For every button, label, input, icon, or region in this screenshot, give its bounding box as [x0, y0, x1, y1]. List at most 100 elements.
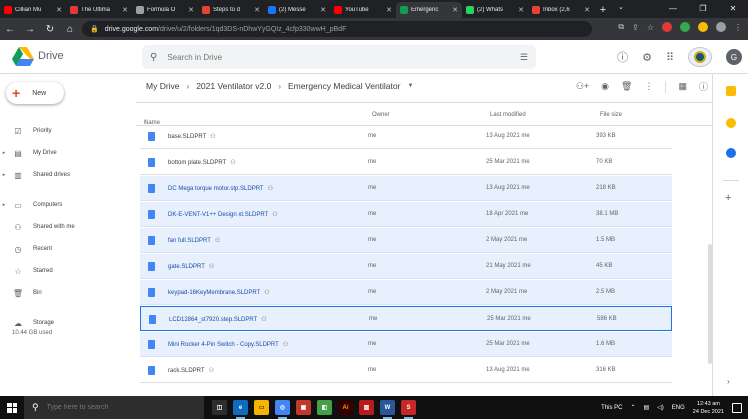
share-person-icon[interactable]: ⚇+ [576, 81, 589, 92]
chrome-icon[interactable]: ◎ [275, 400, 290, 419]
file-row[interactable]: LCD12864_st7920.step.SLDPRT ⚇ me 25 Mar 202… [140, 306, 672, 331]
edge-icon[interactable]: e [233, 400, 248, 419]
new-button[interactable]: + New [6, 82, 64, 104]
install-app-icon[interactable]: ⧉ [618, 22, 624, 32]
expand-caret-icon[interactable]: ▸ [0, 150, 8, 156]
menu-icon[interactable]: ⋮ [734, 23, 742, 32]
tab-close-icon[interactable]: ✕ [452, 6, 458, 14]
back-icon[interactable]: ← [0, 24, 20, 35]
file-row[interactable]: rack.SLDPRT ⚇ me 13 Aug 2021 me 316 KB [140, 358, 672, 383]
extension-icon[interactable] [680, 22, 690, 32]
tab-close-icon[interactable]: ✕ [320, 6, 326, 14]
browser-tab[interactable]: (2) Messe ✕ [264, 2, 330, 18]
browser-tab[interactable]: Inbox (2,6 ✕ [528, 2, 594, 18]
reload-icon[interactable]: ↻ [40, 24, 60, 35]
sidebar-item-storage[interactable]: ☁ Storage [0, 316, 136, 330]
tab-close-icon[interactable]: ✕ [56, 6, 62, 14]
volume-icon[interactable]: ◁) [657, 404, 664, 411]
network-icon[interactable]: ▤ [643, 404, 649, 411]
browser-tab[interactable]: Steps to d ✕ [198, 2, 264, 18]
bookmark-star-icon[interactable]: ☆ [647, 23, 654, 32]
extension-icon[interactable] [698, 22, 708, 32]
file-row[interactable]: gate.SLDPRT ⚇ me 21 May 2021 me 45 KB [140, 254, 672, 279]
details-info-icon[interactable]: ⓘ [699, 80, 708, 93]
sidebar-item-shared-with-me[interactable]: ⚇ Shared with me [0, 220, 136, 234]
browser-tab[interactable]: The Ultima ✕ [66, 2, 132, 18]
preview-eye-icon[interactable]: ◉ [601, 81, 609, 92]
grid-view-icon[interactable]: ▦ [678, 81, 687, 92]
minimize-button[interactable]: — [658, 0, 688, 18]
tab-close-icon[interactable]: ✕ [584, 6, 590, 14]
sidebar-item-shared-drives[interactable]: ▸ ▥ Shared drives [0, 168, 136, 182]
close-window-button[interactable]: ✕ [718, 0, 748, 18]
tab-close-icon[interactable]: ✕ [188, 6, 194, 14]
tasks-icon[interactable] [726, 148, 736, 158]
sidebar-item-computers[interactable]: ▸ ▭ Computers [0, 198, 136, 212]
app-icon[interactable]: ▥ [359, 400, 374, 415]
extension-icon[interactable] [662, 22, 672, 32]
calendar-icon[interactable] [726, 86, 736, 96]
new-tab-button[interactable]: + [594, 2, 612, 18]
tab-close-icon[interactable]: ✕ [518, 6, 524, 14]
more-options-icon[interactable]: ⋮ [644, 81, 653, 92]
breadcrumb-current[interactable]: Emergency Medical Ventilator [288, 81, 400, 91]
keep-icon[interactable] [726, 118, 736, 128]
share-icon[interactable]: ⇪ [632, 23, 639, 32]
profile-icon[interactable] [716, 22, 726, 32]
task-view-icon[interactable]: ◫ [212, 400, 227, 415]
sidebar-item-starred[interactable]: ☆ Starred [0, 264, 136, 278]
solidworks-icon[interactable]: S [401, 400, 416, 419]
settings-gear-icon[interactable]: ⚙ [642, 51, 652, 64]
column-modified[interactable]: Last modified [490, 112, 526, 118]
browser-tab[interactable]: YouTube ✕ [330, 2, 396, 18]
sidebar-item-bin[interactable]: 🗑 Bin [0, 286, 136, 300]
sidebar-item-priority[interactable]: ☑ Priority [0, 124, 136, 138]
clock[interactable]: 12:43 am 24 Dec 2021 [693, 400, 724, 416]
search-box[interactable]: ⚲ ☰ [142, 45, 536, 69]
word-icon[interactable]: W [380, 400, 395, 419]
delete-bin-icon[interactable]: 🗑 [621, 81, 632, 92]
illustrator-icon[interactable]: Ai [338, 400, 353, 415]
taskbar-search-input[interactable] [46, 404, 177, 411]
file-row[interactable]: base.SLDPRT ⚇ me 13 Aug 2021 me 393 KB [140, 124, 672, 149]
expand-caret-icon[interactable]: ▸ [0, 202, 8, 208]
search-options-icon[interactable]: ☰ [520, 52, 528, 63]
browser-tab[interactable]: Formula O ✕ [132, 2, 198, 18]
search-input[interactable] [167, 52, 510, 62]
folder-menu-chevron-icon[interactable]: ▼ [407, 83, 413, 89]
account-avatar[interactable]: G [726, 49, 742, 65]
maximize-button[interactable]: ❐ [688, 0, 718, 18]
taskbar-search[interactable]: ⚲ [24, 396, 204, 419]
breadcrumb-item[interactable]: My Drive [146, 81, 180, 91]
language-indicator[interactable]: ENG [672, 405, 685, 411]
file-row[interactable]: Mini Rocker 4-Pin Switch - Copy.SLDPRT ⚇ m… [140, 332, 672, 357]
tab-close-icon[interactable]: ✕ [386, 6, 392, 14]
apps-grid-icon[interactable]: ⠿ [666, 51, 674, 64]
support-icon[interactable]: ⓘ [617, 49, 628, 65]
address-bar[interactable]: 🔒 drive.google.com/drive/u/2/folders/1qd… [82, 21, 592, 37]
tab-close-icon[interactable]: ✕ [122, 6, 128, 14]
home-icon[interactable]: ⌂ [60, 24, 80, 35]
file-explorer-icon[interactable]: ▭ [254, 400, 269, 415]
drive-brand[interactable]: Drive [38, 50, 64, 62]
tab-close-icon[interactable]: ✕ [254, 6, 260, 14]
file-row[interactable]: fan full.SLDPRT ⚇ me 2 May 2021 me 1.5 MB [140, 228, 672, 253]
sidebar-item-my-drive[interactable]: ▸ ▤ My Drive [0, 146, 136, 160]
app-icon[interactable]: ▣ [296, 400, 311, 415]
tab-search-icon[interactable]: ⌄ [618, 3, 624, 11]
forward-icon[interactable]: → [20, 24, 40, 35]
this-pc-label[interactable]: This PC [601, 405, 622, 411]
browser-tab[interactable]: (2) Whats ✕ [462, 2, 528, 18]
drive-logo-icon[interactable] [12, 47, 34, 67]
browser-tab[interactable]: Emergenc ✕ [396, 2, 462, 18]
search-icon[interactable]: ⚲ [150, 52, 157, 63]
breadcrumb-item[interactable]: 2021 Ventilator v2.0 [196, 81, 271, 91]
expand-caret-icon[interactable]: ▸ [0, 172, 8, 178]
show-hidden-icons-icon[interactable]: ⌃ [630, 404, 635, 411]
app-icon[interactable]: ◧ [317, 400, 332, 415]
sidebar-item-recent[interactable]: ◷ Recent [0, 242, 136, 256]
start-button[interactable] [0, 396, 24, 419]
file-row[interactable]: bottom plate.SLDPRT ⚇ me 25 Mar 2021 me 70 K… [140, 150, 672, 175]
get-addons-icon[interactable]: + [725, 192, 731, 204]
file-row[interactable]: DK-E-VENT-V1++ Design xt.SLDPRT ⚇ me 18 Apr… [140, 202, 672, 227]
